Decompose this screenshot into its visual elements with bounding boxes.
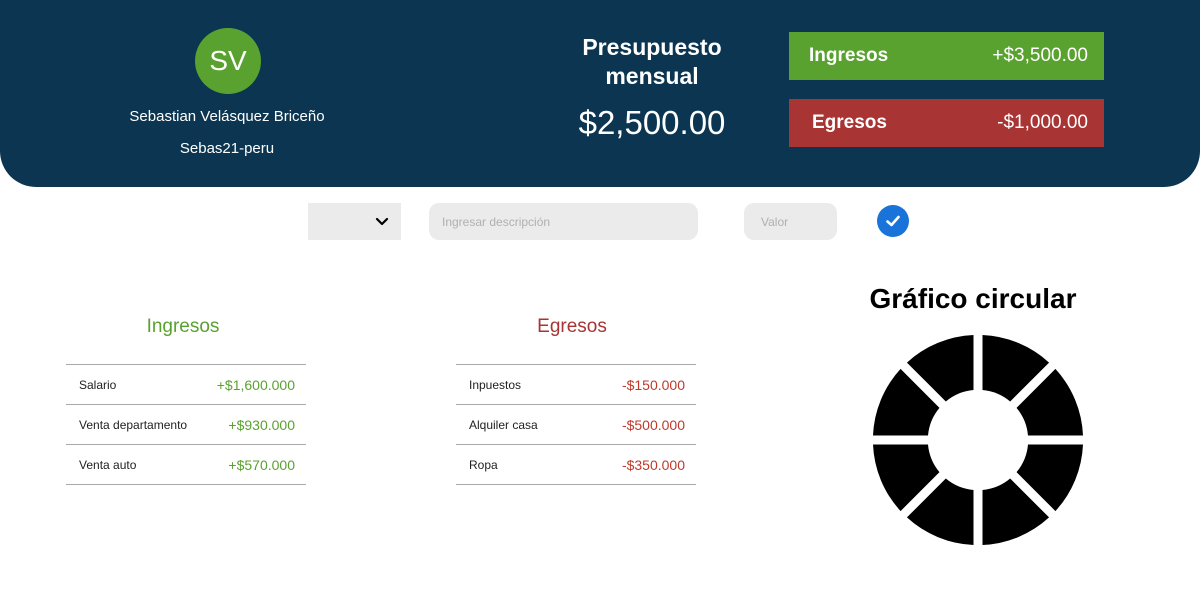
- chevron-down-icon: [375, 217, 389, 226]
- income-row[interactable]: Salario +$1,600.000: [66, 365, 306, 405]
- expense-list-title: Egresos: [537, 316, 607, 337]
- type-select[interactable]: [308, 203, 401, 240]
- income-summary-label: Ingresos: [809, 45, 889, 66]
- pie-chart: [873, 335, 1083, 545]
- income-row-desc: Venta auto: [79, 457, 137, 472]
- budget-title: Presupuesto mensual: [582, 34, 722, 89]
- expense-summary-label: Egresos: [812, 112, 887, 133]
- income-row-amount: +$570.000: [228, 456, 295, 473]
- confirm-button[interactable]: [877, 205, 909, 237]
- description-input[interactable]: [429, 203, 698, 240]
- user-handle: Sebas21-peru: [179, 140, 275, 157]
- expense-row-desc: Inpuestos: [469, 377, 522, 392]
- expense-summary: Egresos -$1,000.00: [789, 99, 1104, 147]
- income-list-title: Ingresos: [146, 316, 220, 337]
- expense-row-desc: Ropa: [469, 457, 498, 472]
- income-list: Salario +$1,600.000 Venta departamento +…: [66, 364, 306, 485]
- value-input[interactable]: [744, 203, 837, 240]
- header: SV Sebastian Velásquez Briceño Sebas21-p…: [0, 0, 1200, 187]
- expense-row-amount: -$500.000: [621, 416, 685, 433]
- avatar: SV: [195, 28, 261, 94]
- income-row-desc: Venta departamento: [79, 417, 188, 432]
- income-row[interactable]: Venta departamento +$930.000: [66, 405, 306, 445]
- chart-title: Gráfico circular: [869, 283, 1077, 314]
- expense-row[interactable]: Inpuestos -$150.000: [456, 365, 696, 405]
- expense-row-amount: -$150.000: [621, 376, 685, 393]
- user-name: Sebastian Velásquez Briceño: [129, 108, 325, 125]
- income-row-amount: +$930.000: [228, 416, 295, 433]
- income-summary-value: +$3,500.00: [992, 45, 1088, 66]
- expense-list: Inpuestos -$150.000 Alquiler casa -$500.…: [456, 364, 696, 485]
- income-summary: Ingresos +$3,500.00: [789, 32, 1104, 80]
- expense-row[interactable]: Ropa -$350.000: [456, 445, 696, 485]
- expense-row-desc: Alquiler casa: [469, 417, 538, 432]
- avatar-initials: SV: [209, 45, 247, 76]
- income-row-amount: +$1,600.000: [216, 376, 295, 393]
- expense-summary-value: -$1,000.00: [997, 112, 1088, 133]
- expense-row[interactable]: Alquiler casa -$500.000: [456, 405, 696, 445]
- budget-amount: $2,500.00: [578, 104, 726, 141]
- income-row-desc: Salario: [79, 377, 117, 392]
- expense-row-amount: -$350.000: [621, 456, 685, 473]
- check-icon: [886, 215, 900, 227]
- income-row[interactable]: Venta auto +$570.000: [66, 445, 306, 485]
